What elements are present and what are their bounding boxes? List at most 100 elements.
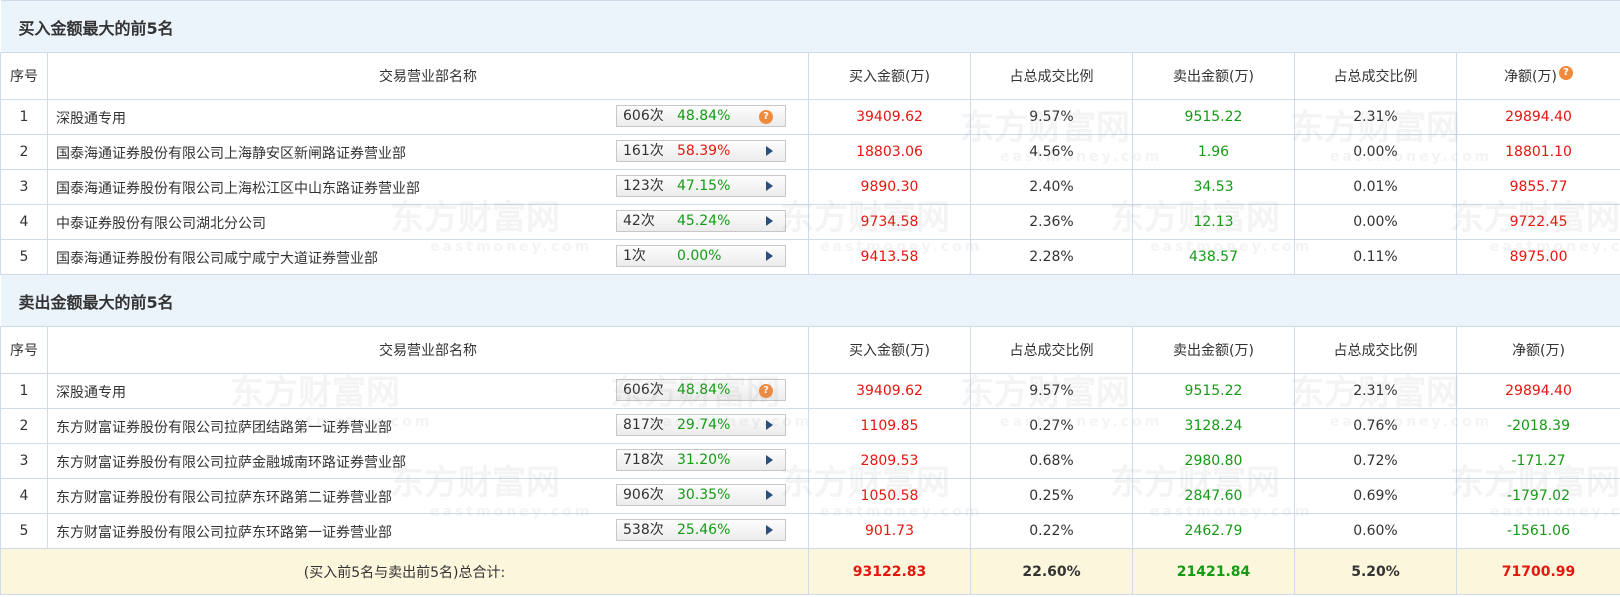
net-amount: 29894.40 — [1455, 99, 1620, 135]
column-header: 占总成交比例 — [1294, 52, 1457, 100]
broker-stats-button[interactable]: 817次 29.74% — [616, 414, 786, 436]
buy-amount: 1109.85 — [808, 408, 971, 444]
broker-stats-button[interactable]: 42次 45.24% — [616, 210, 786, 232]
win-rate: 29.74% — [677, 417, 731, 433]
total-buy: 93122.83 — [808, 548, 971, 595]
table-row: 1 深股通专用 606次 48.84%? 39409.62 9.57% 9515.22 2.3… — [0, 373, 1620, 409]
row-seq: 5 — [0, 239, 48, 275]
row-seq: 4 — [0, 204, 48, 240]
arrow-right-icon[interactable] — [766, 490, 773, 500]
broker-stats-button[interactable]: 606次 48.84%? — [616, 379, 786, 401]
appear-count: 817次 — [623, 417, 664, 433]
column-header-label: 交易营业部名称 — [379, 343, 477, 359]
column-header: 买入金额(万) — [808, 326, 971, 374]
total-sell: 21421.84 — [1132, 548, 1295, 595]
column-header-label: 卖出金额(万) — [1173, 343, 1254, 359]
section-title: 卖出金额最大的前5名 — [0, 274, 1620, 327]
sell-ratio: 0.60% — [1294, 513, 1457, 549]
broker-name: 东方财富证券股份有限公司拉萨金融城南环路证券营业部 — [56, 455, 406, 471]
broker-name: 国泰海通证券股份有限公司咸宁咸宁大道证券营业部 — [56, 251, 378, 267]
win-rate: 58.39% — [677, 143, 731, 159]
arrow-right-icon[interactable] — [766, 146, 773, 156]
appear-count: 606次 — [623, 108, 664, 124]
buy-ratio: 0.22% — [970, 513, 1133, 549]
broker-name: 东方财富证券股份有限公司拉萨东环路第二证券营业部 — [56, 490, 392, 506]
column-header: 占总成交比例 — [970, 326, 1133, 374]
broker-stats-button[interactable]: 161次 58.39% — [616, 140, 786, 162]
arrow-right-icon[interactable] — [766, 216, 773, 226]
broker-cell: 东方财富证券股份有限公司拉萨东环路第一证券营业部 538次 25.46% — [47, 513, 809, 549]
buy-ratio: 4.56% — [970, 134, 1133, 170]
section-title-row: 卖出金额最大的前5名 — [0, 274, 1620, 327]
buy-ratio: 9.57% — [970, 373, 1133, 409]
net-amount: 18801.10 — [1455, 134, 1620, 170]
arrow-right-icon[interactable] — [766, 420, 773, 430]
broker-stats-button[interactable]: 538次 25.46% — [616, 519, 786, 541]
help-icon[interactable]: ? — [1559, 66, 1573, 80]
buy-ratio: 0.25% — [970, 478, 1133, 514]
column-header-label: 序号 — [10, 69, 38, 85]
sell-amount: 2980.80 — [1132, 443, 1295, 479]
sell-amount: 3128.24 — [1132, 408, 1295, 444]
column-header-label: 净额(万) — [1504, 69, 1557, 85]
broker-stats-button[interactable]: 606次 48.84%? — [616, 105, 786, 127]
broker-cell: 国泰海通证券股份有限公司上海静安区新闸路证券营业部 161次 58.39% — [47, 134, 809, 170]
buy-ratio: 2.28% — [970, 239, 1133, 275]
column-header-label: 占总成交比例 — [1009, 343, 1094, 359]
win-rate: 25.46% — [677, 522, 731, 538]
appear-count: 42次 — [623, 213, 655, 229]
column-header-label: 占总成交比例 — [1333, 343, 1418, 359]
longhu-board: 买入金额最大的前5名 序号 交易营业部名称 买入金额(万) 占总成交比例 卖出金额(万) 占… — [0, 0, 1620, 597]
row-seq: 1 — [0, 373, 48, 409]
table-row: 3 东方财富证券股份有限公司拉萨金融城南环路证券营业部 718次 31.20% 2809… — [0, 443, 1620, 479]
arrow-right-icon[interactable] — [766, 455, 773, 465]
broker-name: 国泰海通证券股份有限公司上海松江区中山东路证券营业部 — [56, 181, 420, 197]
net-amount: -171.27 — [1455, 443, 1620, 479]
sell-amount: 1.96 — [1132, 134, 1295, 170]
column-header-label: 买入金额(万) — [849, 343, 930, 359]
sell-amount: 438.57 — [1132, 239, 1295, 275]
total-sell-ratio: 5.20% — [1294, 548, 1457, 595]
row-seq: 5 — [0, 513, 48, 549]
row-seq: 4 — [0, 478, 48, 514]
column-header: 占总成交比例 — [970, 52, 1133, 100]
column-header: 交易营业部名称 — [47, 326, 809, 374]
broker-stats-button[interactable]: 906次 30.35% — [616, 484, 786, 506]
help-icon[interactable]: ? — [759, 110, 773, 124]
broker-stats-button[interactable]: 1次 0.00% — [616, 245, 786, 267]
broker-cell: 东方财富证券股份有限公司拉萨团结路第一证券营业部 817次 29.74% — [47, 408, 809, 444]
broker-stats-button[interactable]: 123次 47.15% — [616, 175, 786, 197]
buy-amount: 39409.62 — [808, 99, 971, 135]
arrow-right-icon[interactable] — [766, 525, 773, 535]
sell-ratio: 0.11% — [1294, 239, 1457, 275]
total-label: (买入前5名与卖出前5名)总合计: — [0, 548, 809, 595]
buy-ratio: 2.40% — [970, 169, 1133, 205]
sell-ratio: 0.69% — [1294, 478, 1457, 514]
column-header-label: 买入金额(万) — [849, 69, 930, 85]
sell-ratio: 0.00% — [1294, 134, 1457, 170]
broker-name: 东方财富证券股份有限公司拉萨东环路第一证券营业部 — [56, 525, 392, 541]
sell-amount: 2847.60 — [1132, 478, 1295, 514]
arrow-right-icon[interactable] — [766, 251, 773, 261]
buy-ratio: 0.27% — [970, 408, 1133, 444]
arrow-right-icon[interactable] — [766, 181, 773, 191]
net-amount: 29894.40 — [1455, 373, 1620, 409]
table-row: 4 东方财富证券股份有限公司拉萨东环路第二证券营业部 906次 30.35% 1050.… — [0, 478, 1620, 514]
sell-ratio: 0.72% — [1294, 443, 1457, 479]
win-rate: 48.84% — [677, 108, 731, 124]
appear-count: 718次 — [623, 452, 664, 468]
broker-stats-button[interactable]: 718次 31.20% — [616, 449, 786, 471]
column-header-label: 序号 — [10, 343, 38, 359]
net-amount: -1797.02 — [1455, 478, 1620, 514]
broker-cell: 深股通专用 606次 48.84%? — [47, 373, 809, 409]
net-amount: 9722.45 — [1455, 204, 1620, 240]
win-rate: 30.35% — [677, 487, 731, 503]
row-seq: 1 — [0, 99, 48, 135]
broker-name: 中泰证券股份有限公司湖北分公司 — [56, 216, 266, 232]
table-row: 4 中泰证券股份有限公司湖北分公司 42次 45.24% 9734.58 2.36% 12.… — [0, 204, 1620, 240]
broker-name: 国泰海通证券股份有限公司上海静安区新闸路证券营业部 — [56, 146, 406, 162]
help-icon[interactable]: ? — [759, 384, 773, 398]
broker-name: 深股通专用 — [56, 111, 126, 127]
sell-amount: 9515.22 — [1132, 99, 1295, 135]
net-amount: 8975.00 — [1455, 239, 1620, 275]
